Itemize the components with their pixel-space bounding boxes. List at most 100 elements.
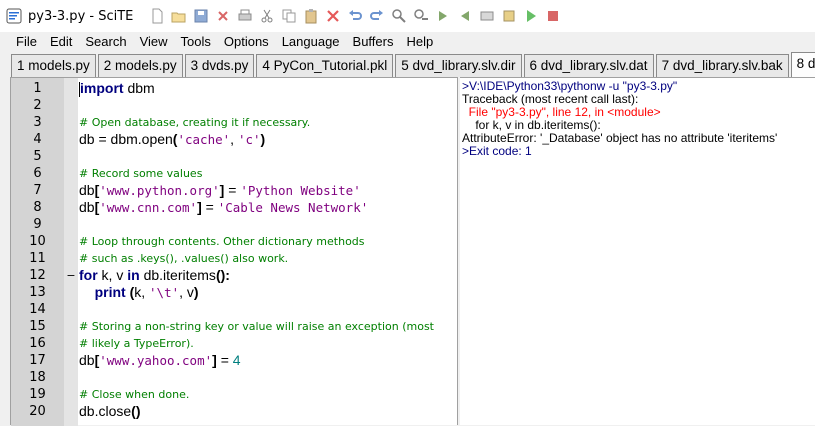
line-number: 20	[29, 404, 46, 419]
output-pane[interactable]: >V:\IDE\Python33\pythonw -u "py3-3.py" T…	[460, 77, 815, 425]
code-comment: # likely a TypeError).	[79, 337, 194, 350]
line-number: 9	[33, 217, 42, 232]
line-number: 1	[33, 81, 42, 96]
code-line[interactable]: 8 db['www.cnn.com'] = 'Cable News Networ…	[11, 199, 457, 216]
code-line[interactable]: 5	[11, 148, 457, 165]
line-number: 15	[29, 319, 46, 334]
menu-options[interactable]: Options	[218, 34, 276, 49]
undo-icon[interactable]	[347, 8, 363, 24]
code-text: for k, v in db.iteritems():	[79, 267, 230, 283]
open-file-icon[interactable]	[171, 8, 187, 24]
fold-collapse-icon[interactable]: −	[64, 267, 78, 284]
code-text: db = dbm.open('cache', 'c')	[79, 131, 266, 147]
menu-language[interactable]: Language	[276, 34, 347, 49]
menu-view[interactable]: View	[134, 34, 175, 49]
code-line[interactable]: 9	[11, 216, 457, 233]
line-number: 19	[29, 387, 46, 402]
prev-icon[interactable]	[457, 8, 473, 24]
save-icon[interactable]	[193, 8, 209, 24]
next-icon[interactable]	[435, 8, 451, 24]
line-number: 13	[29, 285, 46, 300]
code-text: db.close()	[79, 403, 141, 419]
tab-models-py-2[interactable]: 2 models.py	[97, 54, 183, 77]
code-line[interactable]: 15 # Storing a non-string key or value w…	[11, 318, 457, 335]
code-text: print (k, '\t', v)	[94, 284, 199, 300]
code-comment: # Open database, creating it if necessar…	[79, 116, 311, 129]
line-number: 14	[29, 302, 46, 317]
left-padding	[0, 77, 10, 425]
redo-icon[interactable]	[369, 8, 385, 24]
build-icon[interactable]	[501, 8, 517, 24]
code-line[interactable]: 13 print (k, '\t', v)	[11, 284, 457, 301]
line-number: 3	[33, 115, 42, 130]
line-number: 17	[29, 353, 46, 368]
line-number: 4	[33, 132, 42, 147]
code-line[interactable]: 7 db['www.python.org'] = 'Python Website…	[11, 182, 457, 199]
code-text: import dbm	[79, 80, 155, 97]
code-line[interactable]: 16 # likely a TypeError).	[11, 335, 457, 352]
buffer-tab-bar: 1 models.py 2 models.py 3 dvds.py 4 PyCo…	[0, 51, 815, 77]
line-number: 11	[29, 251, 46, 266]
code-text: db['www.yahoo.com'] = 4	[79, 352, 241, 368]
menu-tools[interactable]: Tools	[175, 34, 218, 49]
delete-icon[interactable]	[325, 8, 341, 24]
code-line[interactable]: 6 # Record some values	[11, 165, 457, 182]
code-comment: # Close when done.	[79, 388, 190, 401]
code-comment: # Storing a non-string key or value will…	[79, 320, 434, 333]
tab-pycon-tutorial-pkl[interactable]: 4 PyCon_Tutorial.pkl	[256, 54, 394, 77]
line-number: 16	[29, 336, 46, 351]
tab-dvd-library-slv-bak[interactable]: 7 dvd_library.slv.bak	[655, 54, 789, 77]
stop-icon[interactable]	[545, 8, 561, 24]
menu-edit[interactable]: Edit	[44, 34, 79, 49]
code-line[interactable]: 1 import dbm	[11, 80, 457, 97]
line-number: 12	[29, 268, 46, 283]
new-file-icon[interactable]	[149, 8, 165, 24]
code-line[interactable]: 14	[11, 301, 457, 318]
line-number: 18	[29, 370, 46, 385]
copy-icon[interactable]	[281, 8, 297, 24]
code-line[interactable]: 4 db = dbm.open('cache', 'c')	[11, 131, 457, 148]
code-text: db['www.cnn.com'] = 'Cable News Network'	[79, 199, 369, 215]
code-line[interactable]: 19 # Close when done.	[11, 386, 457, 403]
replace-icon[interactable]	[413, 8, 429, 24]
tab-dvd-library-slv-dir[interactable]: 5 dvd_library.slv.dir	[395, 54, 522, 77]
code-line[interactable]: 12 − for k, v in db.iteritems():	[11, 267, 457, 284]
find-icon[interactable]	[391, 8, 407, 24]
menu-buffers[interactable]: Buffers	[347, 34, 401, 49]
menu-search[interactable]: Search	[79, 34, 133, 49]
code-comment: # Loop through contents. Other dictionar…	[79, 235, 365, 248]
code-line[interactable]: 18	[11, 369, 457, 386]
paste-icon[interactable]	[303, 8, 319, 24]
code-line[interactable]: 17 db['www.yahoo.com'] = 4	[11, 352, 457, 369]
compile-icon[interactable]	[479, 8, 495, 24]
output-exit-code: >Exit code: 1	[462, 144, 532, 158]
code-line[interactable]: 20 db.close()	[11, 403, 457, 420]
menu-file[interactable]: File	[10, 34, 44, 49]
code-comment: # such as .keys(), .values() also work.	[79, 252, 289, 265]
window-title: py3-3.py - SciTE	[28, 8, 134, 24]
cut-icon[interactable]	[259, 8, 275, 24]
title-bar: py3-3.py - SciTE	[0, 0, 815, 32]
tab-dvds-py[interactable]: 3 dvds.py	[184, 54, 255, 77]
go-icon[interactable]	[523, 8, 539, 24]
print-icon[interactable]	[237, 8, 253, 24]
code-editor[interactable]: 1 import dbm 2 3 # Open database, creati…	[10, 77, 457, 426]
line-number: 5	[33, 149, 42, 164]
line-number: 7	[33, 183, 42, 198]
code-line[interactable]: 3 # Open database, creating it if necess…	[11, 114, 457, 131]
scite-app-icon[interactable]	[6, 8, 22, 24]
tab-dvd-8[interactable]: 8 dvd_	[790, 52, 815, 77]
menu-help[interactable]: Help	[400, 34, 440, 49]
tab-models-py-1[interactable]: 1 models.py	[11, 54, 96, 77]
close-file-icon[interactable]	[215, 8, 231, 24]
code-line[interactable]: 2	[11, 97, 457, 114]
line-number: 8	[33, 200, 42, 215]
line-number: 10	[29, 234, 46, 249]
line-number: 2	[33, 98, 42, 113]
code-line[interactable]: 11 # such as .keys(), .values() also wor…	[11, 250, 457, 267]
menu-bar: File Edit Search View Tools Options Lang…	[0, 32, 815, 51]
line-number: 6	[33, 166, 42, 181]
tab-dvd-library-slv-dat[interactable]: 6 dvd_library.slv.dat	[523, 54, 654, 77]
quick-toolbar	[149, 8, 561, 24]
code-line[interactable]: 10 # Loop through contents. Other dictio…	[11, 233, 457, 250]
